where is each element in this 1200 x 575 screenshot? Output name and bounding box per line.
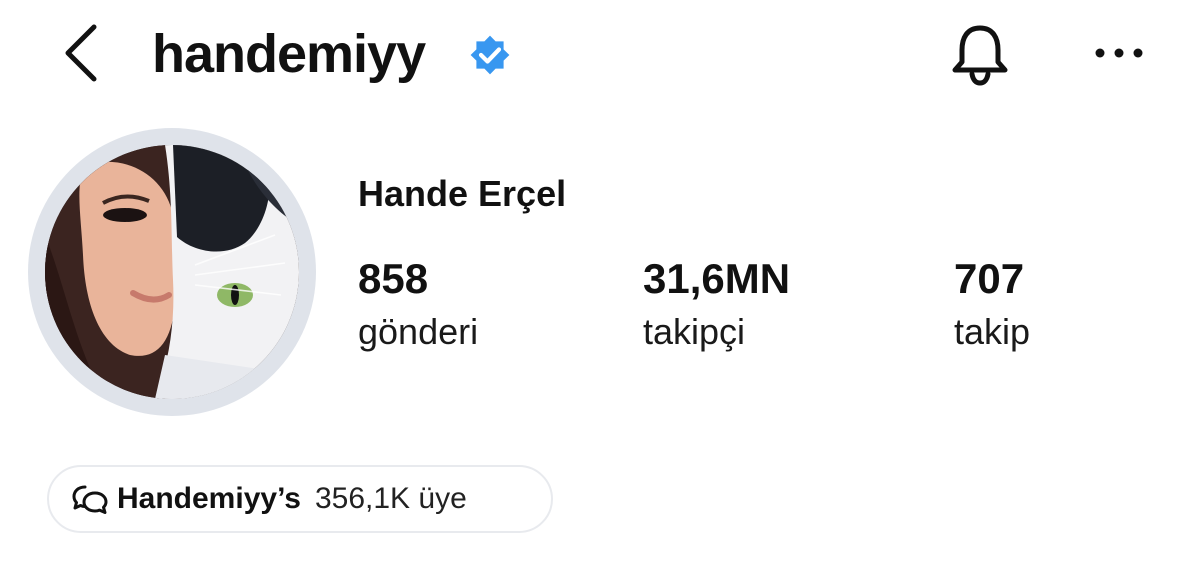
followers-count[interactable]: 31,6MN xyxy=(643,254,790,304)
posts-label[interactable]: gönderi xyxy=(358,310,478,354)
verified-badge-icon xyxy=(467,32,513,78)
more-horizontal-icon xyxy=(1095,48,1143,58)
profile-username: handemiyy xyxy=(152,24,426,84)
profile-full-name: Hande Erçel xyxy=(358,173,567,214)
broadcast-channel-icon xyxy=(72,485,108,514)
posts-count[interactable]: 858 xyxy=(358,254,428,304)
back-button[interactable] xyxy=(58,22,104,84)
more-options-button[interactable] xyxy=(1092,38,1146,68)
chevron-left-icon xyxy=(65,24,97,82)
notifications-button[interactable] xyxy=(946,20,1014,88)
followers-label[interactable]: takipçi xyxy=(643,310,745,354)
avatar[interactable] xyxy=(45,145,299,399)
profile-photo xyxy=(45,145,299,399)
following-count[interactable]: 707 xyxy=(954,254,1024,304)
bell-icon xyxy=(952,25,1008,86)
channel-member-count: 356,1K üye xyxy=(314,482,467,515)
broadcast-channel-button[interactable]: Handemiyy’s 356,1K üye xyxy=(47,465,553,533)
channel-name: Handemiyy’s xyxy=(117,482,301,515)
following-label[interactable]: takip xyxy=(954,310,1030,354)
